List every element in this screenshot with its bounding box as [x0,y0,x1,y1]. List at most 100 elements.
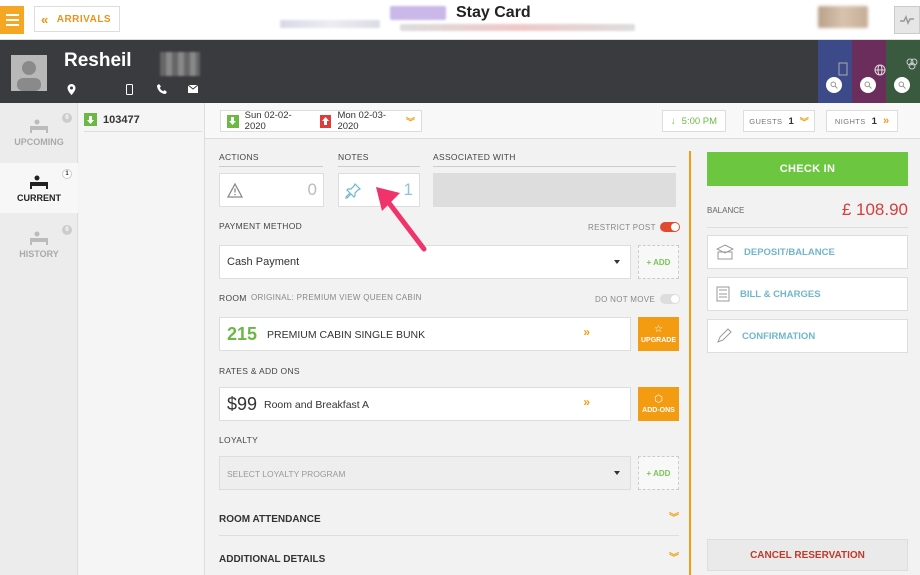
section-accent-line [689,151,691,575]
annotation-arrow [376,187,427,252]
reservation-number: 103477 [103,113,140,126]
actions-box[interactable]: 0 [219,173,324,207]
caret-down-icon [614,260,620,264]
reservation-list-item[interactable]: 103477 [84,108,202,132]
loyalty-placeholder: SELECT LOYALTY PROGRAM [227,469,346,479]
mobile-icon[interactable] [122,82,136,96]
nights-value: 1 [871,115,877,127]
bill-label: BILL & CHARGES [740,288,821,300]
activity-icon [900,15,914,25]
chevron-right-icon: » [583,325,590,339]
add-ons-button[interactable]: ⬡ ADD-ONS [638,387,679,421]
divider [219,535,679,536]
chevron-right-icon: » [882,115,890,127]
room-selector[interactable]: 215 PREMIUM CABIN SINGLE BUNK » [219,317,631,351]
nights-selector[interactable]: NIGHTS 1 » [826,110,898,132]
restrict-post-toggle[interactable] [660,222,680,232]
activity-button[interactable] [894,6,920,34]
double-chevron-left-icon: « [41,11,49,27]
tile-globe[interactable] [852,40,886,103]
arrivals-label: ARRIVALS [56,13,112,25]
star-icon: ☆ [654,324,663,335]
page-title: Stay Card [456,4,531,21]
tile-circles[interactable] [886,40,920,103]
circles-icon [906,58,918,70]
room-attendance-header[interactable]: ROOM ATTENDANCE [219,514,321,525]
upgrade-button[interactable]: ☆ UPGRADE [638,317,679,351]
guests-selector[interactable]: GUESTS 1 ︾ [743,110,815,132]
rates-label: RATES & ADD ONS [219,366,300,376]
divider [707,227,908,228]
sidebar-item-label: UPCOMING [14,136,64,147]
count-badge: 0 [62,225,72,235]
rate-selector[interactable]: $99 Room and Breakfast A » [219,387,631,421]
do-not-move-toggle[interactable] [660,294,680,304]
stay-card-main: ACTIONS 0 NOTES 1 ASSOCIATED WITH PAYMEN… [205,139,691,575]
room-type: PREMIUM CABIN SINGLE BUNK [267,329,426,341]
chevron-down-icon[interactable]: ︾ [669,509,679,524]
guest-header: Resheil [0,40,920,103]
sidebar-item-history[interactable]: HISTORY 0 [0,219,78,269]
pin-icon [345,183,361,199]
sidebar-item-label: HISTORY [19,248,59,259]
bed-icon [30,175,48,189]
blurred-hotel-name [280,20,380,28]
confirmation-button[interactable]: CONFIRMATION [707,319,908,353]
nights-label: NIGHTS [834,116,866,126]
globe-icon [874,64,886,76]
guest-avatar[interactable] [11,55,47,91]
cancel-reservation-button[interactable]: CANCEL RESERVATION [707,539,908,571]
restrict-post-label: RESTRICT POST [588,223,656,232]
arrival-time: 5:00 PM [681,115,718,127]
search-icon [826,77,842,93]
loyalty-select[interactable]: SELECT LOYALTY PROGRAM [219,456,631,490]
actions-label: ACTIONS [219,152,259,162]
guests-value: 1 [788,115,794,127]
blurred-logo [390,6,446,20]
bed-icon [30,119,48,133]
confirmation-label: CONFIRMATION [742,330,816,342]
rate-name: Room and Breakfast A [264,399,370,411]
divider [433,166,676,167]
associated-box[interactable] [433,173,676,207]
box-icon: ⬡ [654,394,663,405]
check-in-button[interactable]: CHECK IN [707,152,908,186]
caret-down-icon [614,471,620,475]
blurred-subtitle [400,24,635,31]
sidebar-item-upcoming[interactable]: UPCOMING 0 [0,107,78,157]
room-label: ROOM [219,293,247,303]
calculator-icon [716,286,730,302]
payment-method-value: Cash Payment [227,256,300,268]
add-payment-button[interactable]: + ADD [638,245,679,279]
bed-icon [30,231,48,245]
phone-icon[interactable] [155,82,169,96]
divider [219,166,323,167]
bill-charges-button[interactable]: BILL & CHARGES [707,277,908,311]
guest-name[interactable]: Resheil [64,50,132,72]
stay-dates-bar: Sun 02-02-2020 Mon 02-03-2020 ︾ ↓ 5:00 P… [205,103,920,139]
stay-dates-selector[interactable]: Sun 02-02-2020 Mon 02-03-2020 ︾ [220,110,422,132]
person-icon [17,61,41,91]
chevron-down-icon[interactable]: ︾ [669,549,679,564]
sidebar-item-current[interactable]: CURRENT 1 [0,163,78,213]
email-icon[interactable] [186,82,200,96]
upgrade-label: UPGRADE [640,337,676,344]
search-icon [860,77,876,93]
arrivals-back-button[interactable]: « ARRIVALS [34,6,120,32]
menu-button[interactable] [0,6,24,34]
warning-icon [227,183,243,198]
tile-document[interactable] [818,40,852,103]
actions-count: 0 [307,180,317,199]
reservation-status-sidebar: UPCOMING 0 CURRENT 1 HISTORY 0 [0,103,78,575]
reservation-list: 103477 [79,103,205,575]
user-avatar[interactable] [818,6,868,28]
room-original: ORIGINAL: PREMIUM VIEW QUEEN CABIN [251,293,422,302]
add-ons-label: ADD-ONS [642,407,675,414]
chevron-right-icon: » [583,395,590,409]
balance-label: BALANCE [707,206,745,215]
add-loyalty-button[interactable]: + ADD [638,456,679,490]
deposit-balance-button[interactable]: DEPOSIT/BALANCE [707,235,908,269]
location-icon[interactable] [64,82,78,96]
arrival-time-selector[interactable]: ↓ 5:00 PM [662,110,726,132]
additional-details-header[interactable]: ADDITIONAL DETAILS [219,554,325,565]
